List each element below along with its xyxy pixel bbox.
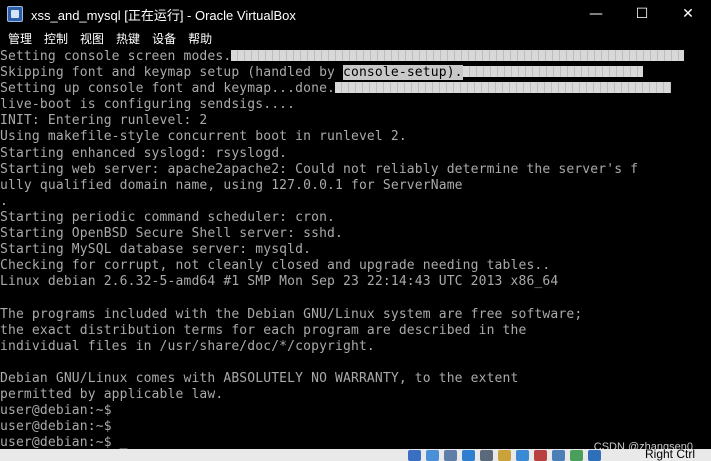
menu-control[interactable]: 控制 [38, 30, 74, 47]
menu-devices[interactable]: 设备 [146, 30, 182, 47]
virtualbox-icon [7, 6, 23, 22]
console-line: Starting enhanced syslogd: rsyslogd. [0, 145, 288, 161]
console-line: Setting up console font and keymap...don… [0, 81, 711, 97]
console-line: Starting web server: apache2apache2: Cou… [0, 161, 639, 177]
console-line: Starting OpenBSD Secure Shell server: ss… [0, 226, 343, 242]
status-bar: Right Ctrl [0, 449, 711, 461]
progress-bar-fill [231, 50, 685, 61]
console-line: . [0, 193, 8, 209]
progress-bar-fill [462, 66, 643, 78]
console-line: The programs included with the Debian GN… [0, 306, 583, 322]
minimize-button[interactable]: — [573, 0, 619, 28]
text-cursor: _ [119, 435, 128, 449]
guest-console[interactable]: Setting console screen modes. Skipping f… [0, 49, 711, 449]
close-button[interactable]: ✕ [665, 0, 711, 28]
menu-help[interactable]: 帮助 [182, 30, 218, 47]
console-line: user@debian:~$ [0, 419, 112, 435]
usb-icon[interactable] [480, 450, 493, 461]
console-line: Starting MySQL database server: mysqld. [0, 242, 312, 258]
optical-drive-icon[interactable] [426, 450, 439, 461]
recording-icon[interactable] [534, 450, 547, 461]
status-icons [408, 450, 601, 461]
console-line: INIT: Entering runlevel: 2 [0, 113, 208, 129]
shell-prompt: user@debian:~$ [0, 435, 120, 449]
console-highlight: console-setup). [343, 65, 463, 81]
console-line: Using makefile-style concurrent boot in … [0, 129, 407, 145]
console-line: user@debian:~$ [0, 403, 112, 419]
console-line: Skipping font and keymap setup (handled … [0, 65, 711, 81]
mouse-integration-icon[interactable] [570, 450, 583, 461]
console-line: Setting console screen modes. [0, 49, 711, 65]
cpu-icon[interactable] [552, 450, 565, 461]
title-bar: xss_and_mysql [正在运行] - Oracle VirtualBox… [0, 0, 711, 28]
menu-view[interactable]: 视图 [74, 30, 110, 47]
window-controls: — ☐ ✕ [573, 0, 711, 28]
console-line: individual files in /usr/share/doc/*/cop… [0, 338, 375, 354]
hard-disk-icon[interactable] [408, 450, 421, 461]
shared-folder-icon[interactable] [498, 450, 511, 461]
console-line: Debian GNU/Linux comes with ABSOLUTELY N… [0, 370, 519, 386]
console-line: Starting periodic command scheduler: cro… [0, 209, 336, 225]
console-line: ully qualified domain name, using 127.0.… [0, 177, 463, 193]
host-key-label: Right Ctrl [644, 449, 695, 461]
maximize-button[interactable]: ☐ [619, 0, 665, 28]
console-line: the exact distribution terms for each pr… [0, 322, 527, 338]
keyboard-icon[interactable] [588, 450, 601, 461]
console-line: Checking for corrupt, not cleanly closed… [0, 258, 551, 274]
menu-manage[interactable]: 管理 [2, 30, 38, 47]
console-line: Linux debian 2.6.32-5-amd64 #1 SMP Mon S… [0, 274, 559, 290]
menu-bar: 管理 控制 视图 热键 设备 帮助 [0, 28, 711, 48]
progress-bar-fill [335, 82, 672, 94]
network-icon[interactable] [462, 450, 475, 461]
menu-hotkey[interactable]: 热键 [110, 30, 146, 47]
window-title: xss_and_mysql [正在运行] - Oracle VirtualBox [31, 7, 296, 23]
display-icon[interactable] [516, 450, 529, 461]
console-line: live-boot is configuring sendsigs.... [0, 97, 296, 113]
audio-icon[interactable] [444, 450, 457, 461]
console-line: permitted by applicable law. [0, 386, 224, 402]
